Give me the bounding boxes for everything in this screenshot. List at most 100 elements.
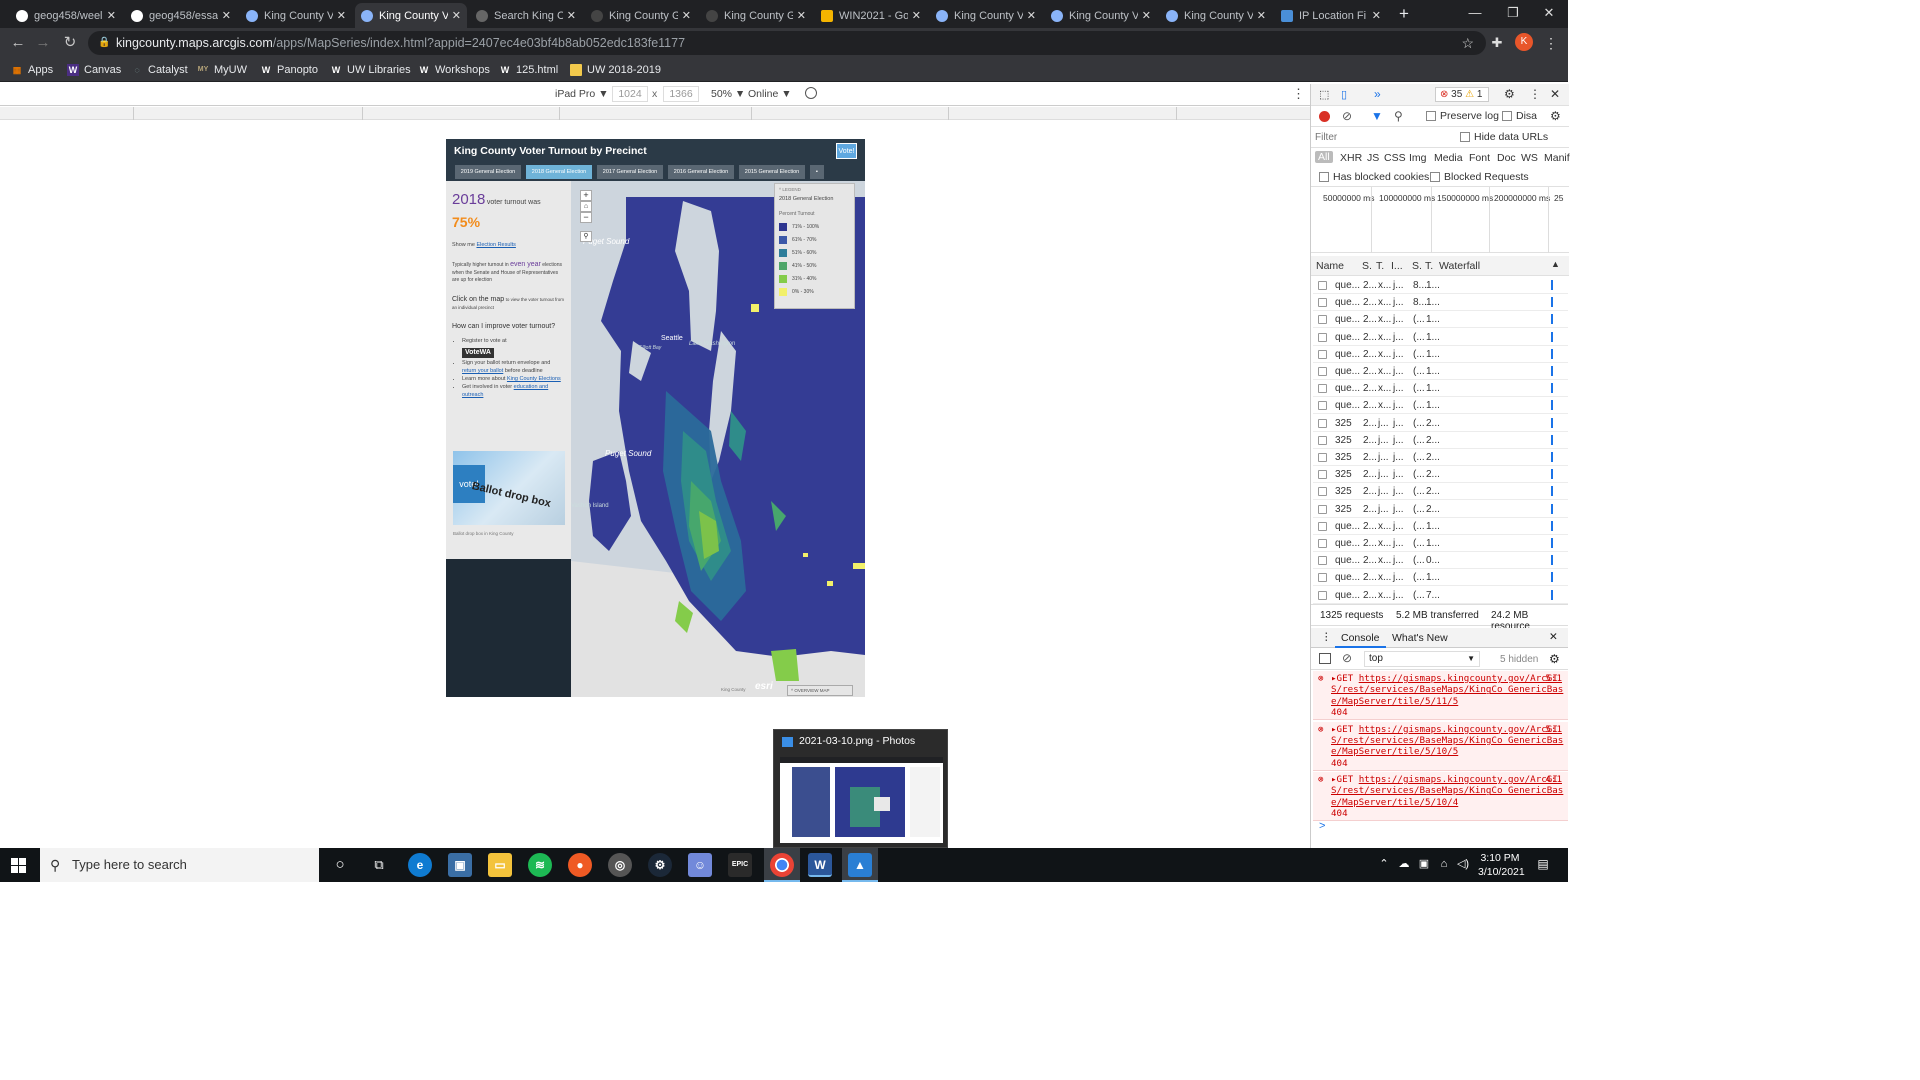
close-tab-icon[interactable]: ✕ [1372,9,1381,22]
type-filter-ws[interactable]: WS [1521,152,1538,164]
column-size[interactable]: S. [1412,260,1422,272]
network-overview-timeline[interactable]: 50000000 ms 100000000 ms 150000000 ms 20… [1311,187,1569,253]
console-error-message[interactable]: ⊗ 5:1 ▸GET https://gismaps.kingcounty.gov/… [1313,721,1568,771]
request-row[interactable]: 325 2... j... j... (... 2... [1313,501,1568,518]
king-county-elections-link[interactable]: King County Elections [507,376,561,382]
close-tab-icon[interactable]: ✕ [797,9,806,22]
request-row[interactable]: 325 2... j... j... (... 2... [1313,415,1568,432]
browser-tab[interactable]: King County V ✕ [1160,3,1272,28]
hide-data-urls-checkbox[interactable] [1460,132,1470,142]
close-tab-icon[interactable]: ✕ [912,9,921,22]
bookmark-uw-libraries[interactable]: W UW Libraries [330,61,411,79]
edge-icon[interactable]: e [408,853,432,877]
settings-gear-icon[interactable]: ⚙ [1504,87,1515,101]
console-prompt[interactable]: > [1319,820,1325,832]
type-filter-media[interactable]: Media [1434,152,1463,164]
filter-input[interactable] [1315,129,1455,145]
tab-console[interactable]: Console [1335,628,1386,648]
close-devtools-icon[interactable]: ✕ [1550,87,1560,101]
more-tabs-icon[interactable]: ▪ [810,165,824,179]
filter-funnel-icon[interactable]: ▼ [1371,109,1383,123]
tab-2018-election[interactable]: 2018 General Election [526,165,592,179]
new-tab-button[interactable]: + [1394,3,1414,25]
device-select[interactable]: iPad Pro ▼ [555,88,609,100]
browser-tab[interactable]: Search King C ✕ [470,3,582,28]
zoom-out-button[interactable]: − [580,212,592,223]
request-row[interactable]: 325 2... j... j... (... 2... [1313,432,1568,449]
discord-icon[interactable]: ☺ [688,853,712,877]
close-tab-icon[interactable]: ✕ [222,9,231,22]
request-row[interactable]: que... 2... x... j... (... 1... [1313,518,1568,535]
request-url-link[interactable]: https://gismaps.kingcounty.gov/ArcGIS/re… [1331,724,1563,758]
volume-icon[interactable]: ◁) [1456,857,1470,871]
extensions-puzzle-icon[interactable]: ✚ [1489,35,1505,51]
store-icon[interactable]: ▣ [448,853,472,877]
close-tab-icon[interactable]: ✕ [1257,9,1266,22]
cortana-icon[interactable]: ○ [328,853,352,877]
word-icon[interactable]: W [808,853,832,877]
bookmark-uw-2018-2019[interactable]: UW 2018-2019 [570,61,661,79]
tab-2016-election[interactable]: 2016 General Election [668,165,734,179]
bookmark-125-html[interactable]: W 125.html [499,61,558,79]
home-icon[interactable]: ⌂ [580,201,592,212]
inspect-element-icon[interactable]: ⬚ [1319,88,1329,101]
type-filter-font[interactable]: Font [1469,152,1490,164]
search-icon[interactable]: ⚲ [580,231,592,242]
close-tab-icon[interactable]: ✕ [682,9,691,22]
browser-tab[interactable]: geog458/essa ✕ [125,3,237,28]
clear-icon[interactable]: ⊘ [1342,109,1352,123]
close-tab-icon[interactable]: ✕ [452,9,461,22]
type-filter-js[interactable]: JS [1367,152,1379,164]
type-filter-all[interactable]: All [1315,151,1333,163]
issues-counter[interactable]: ⊗ 35 ⚠ 1 [1435,87,1489,102]
type-filter-manifest[interactable]: Manif [1544,152,1570,164]
photos-taskbar-button[interactable]: ▲ [842,848,878,882]
request-row[interactable]: que... 2... x... j... (... 1... [1313,363,1568,380]
zoom-in-button[interactable]: + [580,190,592,201]
blocked-requests-checkbox[interactable] [1430,172,1440,182]
drawer-menu-icon[interactable]: ⋮ [1321,631,1332,643]
bookmark-apps[interactable]: ▦ Apps [11,61,53,79]
more-panels-icon[interactable]: » [1374,87,1381,101]
request-row[interactable]: que... 2... x... j... (... 1... [1313,311,1568,329]
browser-tab-active[interactable]: King County V ✕ [355,3,467,28]
taskbar-search[interactable]: ⚲ Type here to search [40,848,319,882]
task-view-icon[interactable]: ⧉ [367,853,391,877]
network-settings-icon[interactable]: ⚙ [1550,109,1561,123]
column-name[interactable]: Name [1316,260,1344,272]
close-tab-icon[interactable]: ✕ [107,9,116,22]
address-bar[interactable]: 🔒 kingcounty.maps.arcgis.com/apps/MapSer… [88,31,1486,55]
customize-menu-icon[interactable]: ⋮ [1529,87,1541,101]
browser-menu-icon[interactable]: ⋮ [1544,33,1558,53]
close-drawer-icon[interactable]: ✕ [1549,631,1558,643]
request-row[interactable]: que... 2... x... j... (... 1... [1313,329,1568,346]
browser-tab[interactable]: King County G ✕ [700,3,812,28]
bookmark-star-icon[interactable]: ☆ [1461,31,1474,55]
restore-button[interactable]: ❐ [1494,0,1532,28]
browser-tab[interactable]: WIN2021 - Go ✕ [815,3,927,28]
reload-icon[interactable]: ↻ [58,28,82,58]
bookmark-myuw[interactable]: MY MyUW [197,61,247,79]
record-icon[interactable] [1319,111,1330,122]
column-waterfall[interactable]: Waterfall [1439,260,1480,272]
tab-whats-new[interactable]: What's New [1392,632,1448,644]
type-filter-xhr[interactable]: XHR [1340,152,1362,164]
context-select[interactable]: top ▼ [1364,651,1480,667]
obs-icon[interactable]: ◎ [608,853,632,877]
request-row[interactable]: que... 2... x... j... 8... 1... [1313,294,1568,312]
device-toggle-icon[interactable]: ▯ [1341,88,1347,101]
type-filter-css[interactable]: CSS [1384,152,1406,164]
source-line-link[interactable]: 5:1 [1545,673,1562,684]
type-filter-img[interactable]: Img [1409,152,1427,164]
request-row[interactable]: que... 2... x... j... (... 0... [1313,552,1568,570]
zoom-select[interactable]: 50% ▼ [711,88,745,100]
tab-2019-election[interactable]: 2019 General Election [455,165,521,179]
overview-map-button[interactable]: ^ OVERVIEW MAP [787,685,853,696]
back-arrow-icon[interactable]: ← [6,28,30,58]
console-settings-icon[interactable]: ⚙ [1549,652,1560,666]
onedrive-icon[interactable]: ☁ [1397,857,1411,871]
request-row[interactable]: que... 2... x... j... (... 1... [1313,380,1568,398]
column-type[interactable]: T. [1376,260,1384,272]
network-throttle-select[interactable]: Online ▼ [748,88,792,100]
profile-avatar[interactable]: K [1515,33,1533,51]
